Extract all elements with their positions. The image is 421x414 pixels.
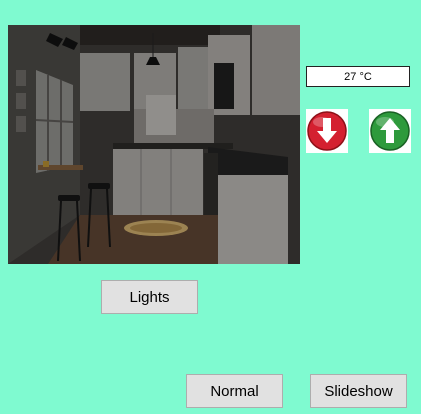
kitchen-photo [8, 25, 300, 264]
decrease-temperature-button[interactable] [306, 109, 348, 153]
slideshow-button[interactable]: Slideshow [310, 374, 407, 408]
increase-temperature-button[interactable] [369, 109, 411, 153]
red-down-arrow-icon [307, 111, 347, 151]
lights-button[interactable]: Lights [101, 280, 198, 314]
green-up-arrow-icon [370, 111, 410, 151]
normal-mode-button[interactable]: Normal [186, 374, 283, 408]
temperature-display: 27 °C [306, 66, 410, 87]
